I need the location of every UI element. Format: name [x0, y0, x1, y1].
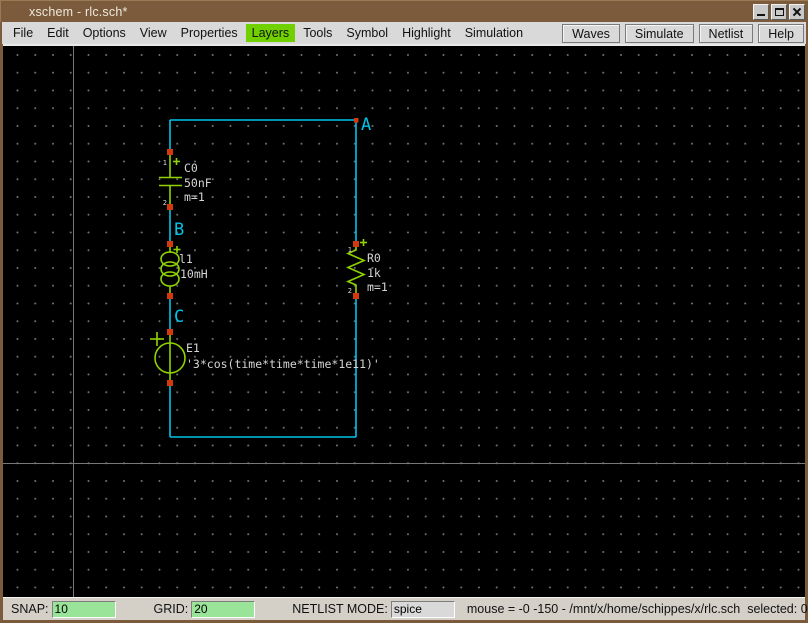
- maximize-button[interactable]: [771, 4, 787, 20]
- component-ref: C0: [184, 161, 198, 175]
- snap-input[interactable]: [51, 600, 116, 618]
- net-label-b: B: [174, 220, 184, 240]
- net-labels[interactable]: A B C: [174, 115, 371, 327]
- component-mult: m=1: [367, 280, 388, 294]
- netlist-mode-input[interactable]: [390, 600, 455, 618]
- svg-text:1: 1: [163, 159, 167, 167]
- minimize-button[interactable]: [753, 4, 769, 20]
- component-capacitor-c0[interactable]: 1 2 C0 50nF m=1: [159, 152, 212, 207]
- svg-text:2: 2: [163, 199, 167, 207]
- titlebar[interactable]: xschem - rlc.sch*: [0, 0, 808, 22]
- menu-file[interactable]: File: [7, 24, 39, 42]
- menu-simulation[interactable]: Simulation: [459, 24, 529, 42]
- menu-edit[interactable]: Edit: [41, 24, 75, 42]
- component-ref: R0: [367, 251, 381, 265]
- snap-label: SNAP:: [11, 602, 49, 616]
- menu-items: File Edit Options View Properties Layers…: [2, 24, 530, 42]
- component-value: '3*cos(time*time*time*1e11)': [186, 357, 380, 371]
- component-value: 50nF: [184, 176, 212, 190]
- net-label-a: A: [361, 115, 371, 135]
- component-resistor-r0[interactable]: 1 2 R0 1k m=1: [346, 239, 388, 296]
- menu-properties[interactable]: Properties: [175, 24, 244, 42]
- component-inductor-l1[interactable]: l1 10mH: [160, 244, 208, 296]
- menubar: File Edit Options View Properties Layers…: [2, 22, 806, 44]
- xschem-window: xschem - rlc.sch* File Edit Options View…: [0, 0, 808, 623]
- schematic-canvas[interactable]: 1 2 C0 50nF m=1 l1 10mH 1 2 R0 1k m=1 E1…: [3, 44, 805, 597]
- menu-highlight[interactable]: Highlight: [396, 24, 457, 42]
- menu-view[interactable]: View: [134, 24, 173, 42]
- statusbar: SNAP: GRID: NETLIST MODE: mouse = -0 -15…: [3, 597, 808, 620]
- component-value: 1k: [367, 266, 381, 280]
- component-mult: m=1: [184, 190, 205, 204]
- net-label-c: C: [174, 307, 184, 327]
- menu-symbol[interactable]: Symbol: [340, 24, 394, 42]
- waves-button[interactable]: Waves: [562, 24, 620, 43]
- grid-input[interactable]: [191, 600, 256, 618]
- svg-text:2: 2: [348, 287, 352, 295]
- menu-options[interactable]: Options: [77, 24, 132, 42]
- netlist-button[interactable]: Netlist: [698, 24, 754, 43]
- svg-text:1: 1: [348, 246, 352, 254]
- component-ref: E1: [186, 341, 200, 355]
- minimize-icon: [757, 14, 765, 16]
- origin-axes: [3, 46, 805, 597]
- window-title: xschem - rlc.sch*: [29, 5, 128, 19]
- mouse-status-text: mouse = -0 -150 - /mnt/x/home/schippes/x…: [466, 602, 808, 616]
- schematic-drawing: 1 2 C0 50nF m=1 l1 10mH 1 2 R0 1k m=1 E1…: [3, 46, 805, 597]
- component-value: 10mH: [180, 267, 208, 281]
- component-ref: l1: [179, 252, 193, 266]
- grid-label: GRID:: [153, 602, 189, 616]
- component-source-e1[interactable]: E1 '3*cos(time*time*time*1e11)': [150, 332, 380, 383]
- close-button[interactable]: [789, 4, 805, 20]
- netlist-mode-label: NETLIST MODE:: [292, 602, 388, 616]
- menu-layers[interactable]: Layers: [245, 24, 296, 42]
- menu-tools[interactable]: Tools: [297, 24, 338, 42]
- help-button[interactable]: Help: [758, 24, 804, 43]
- simulate-button[interactable]: Simulate: [624, 24, 694, 43]
- maximize-icon: [775, 8, 784, 16]
